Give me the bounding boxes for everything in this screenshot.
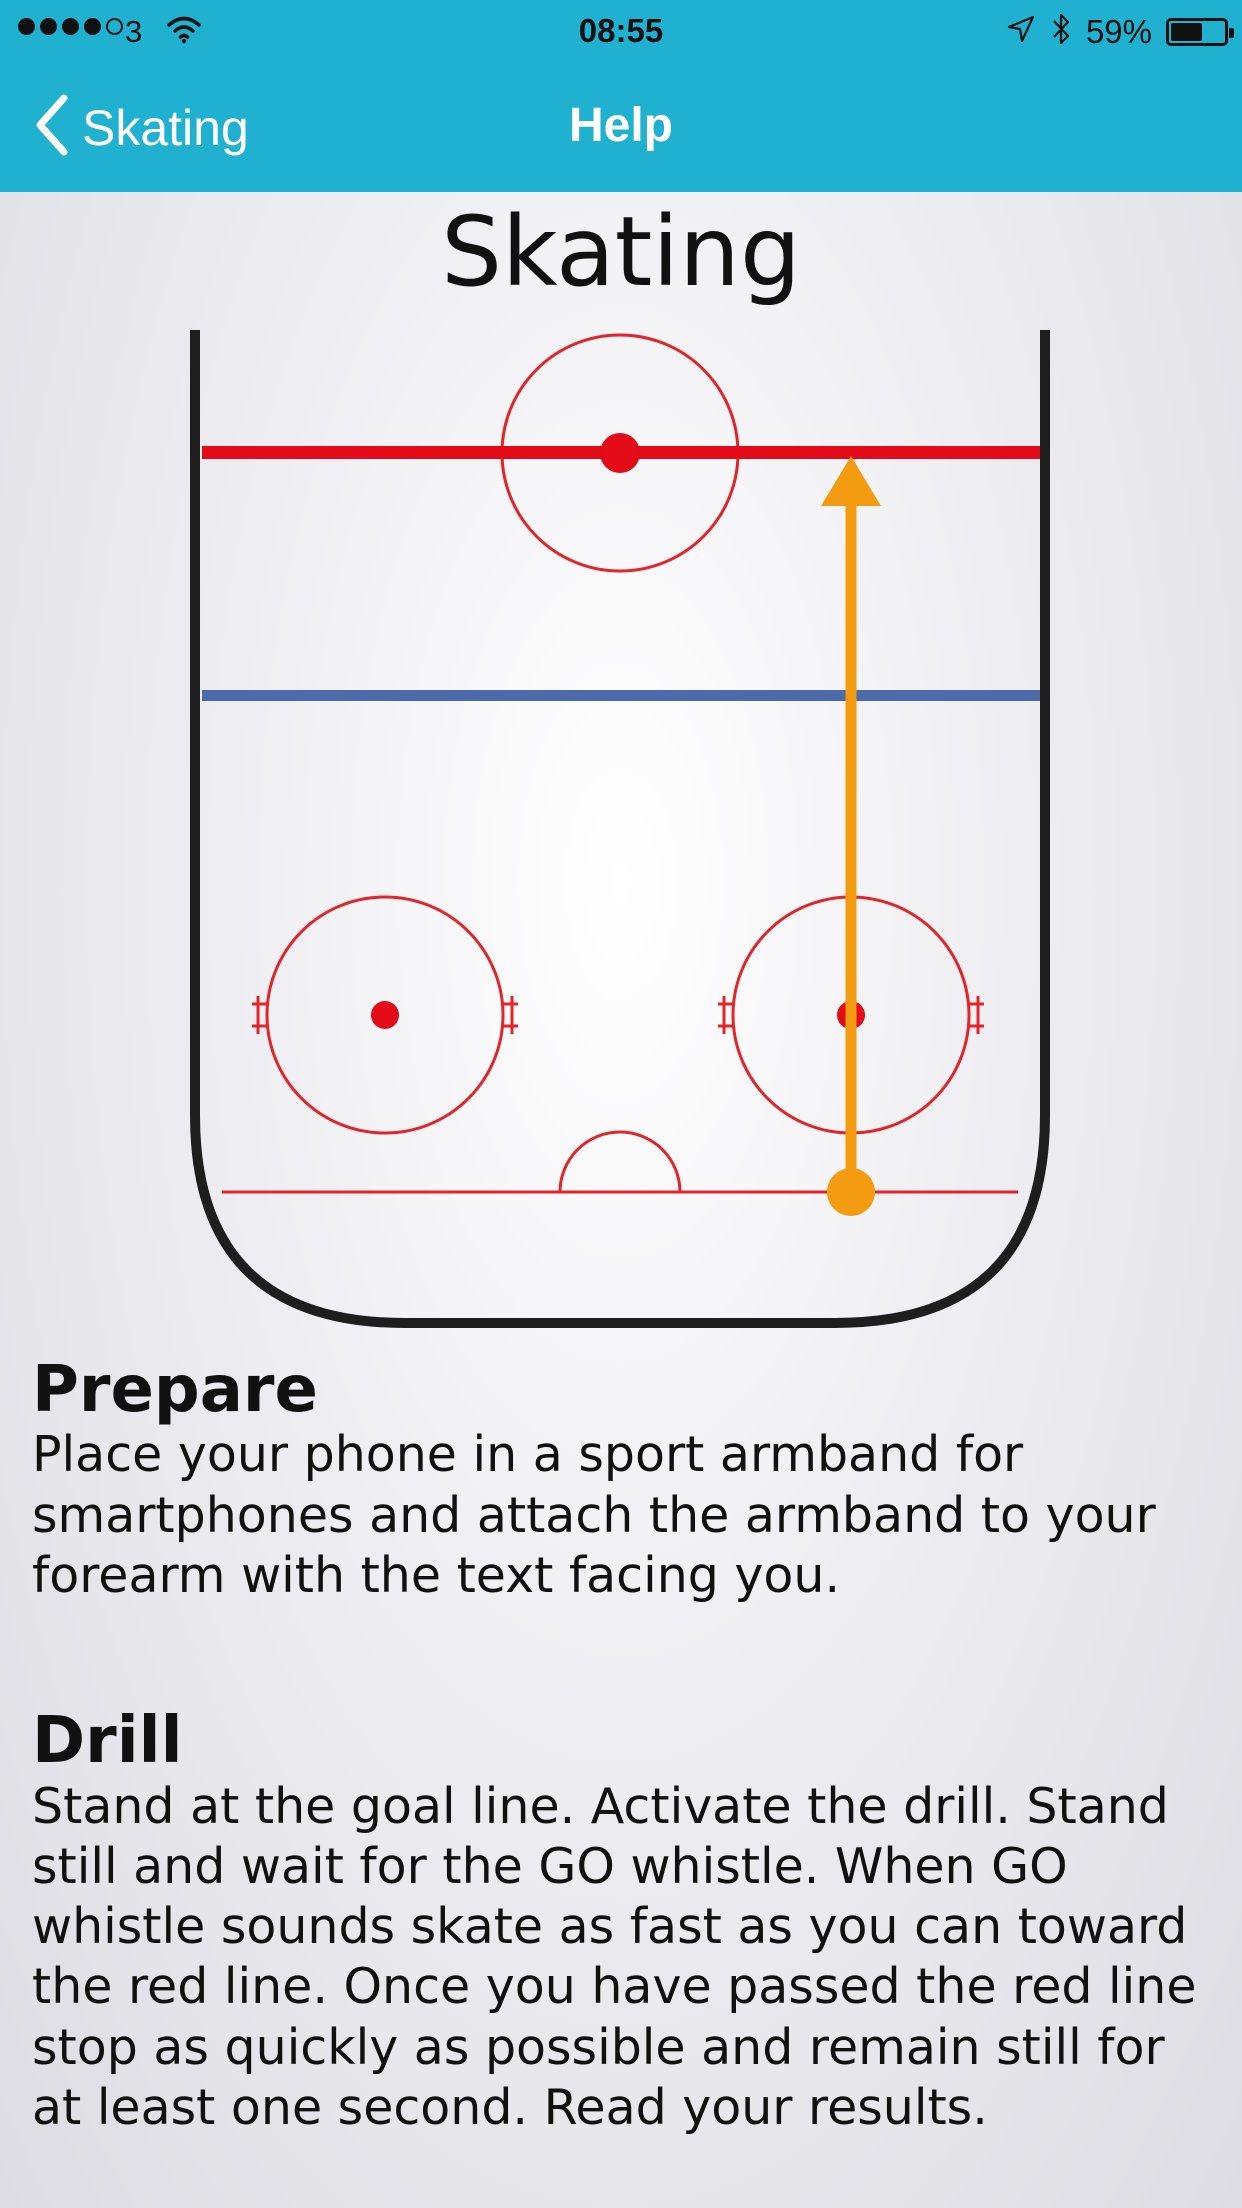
bluetooth-icon: [1050, 12, 1072, 51]
help-content: Prepare Place your phone in a sport armb…: [32, 1355, 1222, 2138]
prepare-section: Prepare Place your phone in a sport armb…: [32, 1355, 1222, 1606]
drill-text: Stand at the goal line. Activate the dri…: [32, 1777, 1197, 2136]
goal-crease: [558, 1130, 682, 1193]
status-bar: 3 08:55 59%: [0, 0, 1242, 62]
rink-diagram: [190, 330, 1050, 1328]
chevron-left-icon: [34, 94, 70, 161]
start-point-marker: [827, 1168, 875, 1216]
prepare-text: Place your phone in a sport armband for …: [32, 1426, 1156, 1604]
battery-level: [1171, 22, 1202, 41]
blue-line: [202, 690, 1040, 701]
back-button-label: Skating: [82, 99, 249, 156]
prepare-heading: Prepare: [32, 1353, 318, 1427]
navigation-bar: Skating Help: [0, 62, 1242, 192]
back-button[interactable]: Skating: [34, 94, 249, 161]
location-icon: [1006, 14, 1036, 49]
battery-icon: [1166, 17, 1234, 46]
drill-section: Drill Stand at the goal line. Activate t…: [32, 1706, 1222, 2138]
rink-boards: [190, 330, 1050, 1328]
drill-heading: Drill: [32, 1704, 183, 1779]
battery-percentage: 59%: [1085, 12, 1152, 50]
skating-path-arrow: [821, 456, 881, 1216]
page-title: Skating: [441, 196, 801, 308]
center-faceoff-dot: [600, 433, 640, 473]
left-faceoff-circle: [252, 895, 518, 1135]
